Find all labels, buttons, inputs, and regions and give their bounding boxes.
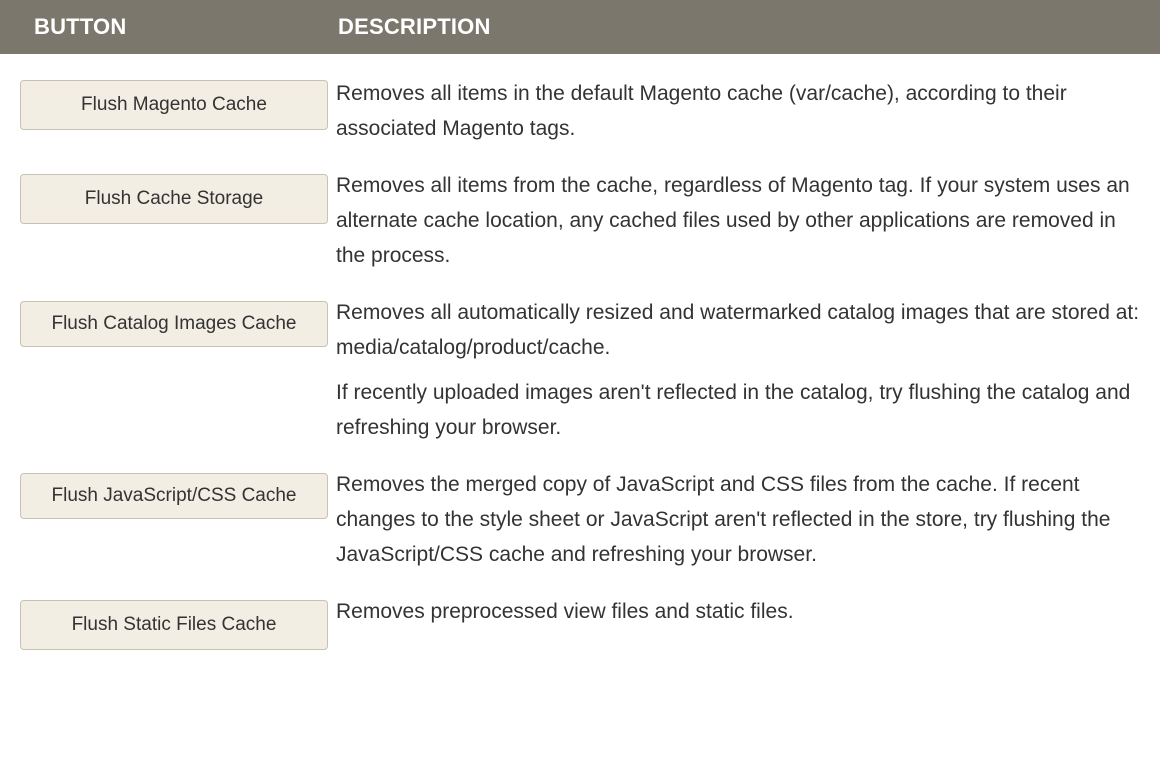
description-text: Removes the merged copy of JavaScript an… [336, 473, 1111, 566]
table-row: Flush Magento Cache Removes all items in… [0, 54, 1160, 146]
description-cell: Removes all items in the default Magento… [336, 54, 1160, 146]
flush-catalog-images-cache-button[interactable]: Flush Catalog Images Cache [20, 301, 328, 347]
flush-javascript-css-cache-button[interactable]: Flush JavaScript/CSS Cache [20, 473, 328, 519]
table-row: Flush Static Files Cache Removes preproc… [0, 572, 1160, 650]
description-text: If recently uploaded images aren't refle… [336, 381, 1131, 439]
button-cell: Flush Cache Storage [0, 146, 336, 273]
table-row: Flush JavaScript/CSS Cache Removes the m… [0, 445, 1160, 572]
table-row: Flush Cache Storage Removes all items fr… [0, 146, 1160, 273]
button-cell: Flush Magento Cache [0, 54, 336, 146]
description-text: Removes all items in the default Magento… [336, 82, 1067, 140]
description-text: Removes all items from the cache, regard… [336, 174, 1130, 267]
flush-static-files-cache-button[interactable]: Flush Static Files Cache [20, 600, 328, 650]
table-row: Flush Catalog Images Cache Removes all a… [0, 273, 1160, 445]
table-header-row: BUTTON DESCRIPTION [0, 0, 1160, 54]
flush-magento-cache-button[interactable]: Flush Magento Cache [20, 80, 328, 130]
description-cell: Removes the merged copy of JavaScript an… [336, 445, 1160, 572]
flush-cache-storage-button[interactable]: Flush Cache Storage [20, 174, 328, 224]
description-cell: Removes all items from the cache, regard… [336, 146, 1160, 273]
cache-buttons-table: BUTTON DESCRIPTION Flush Magento Cache R… [0, 0, 1160, 650]
header-button: BUTTON [0, 0, 336, 54]
button-cell: Flush JavaScript/CSS Cache [0, 445, 336, 572]
header-description: DESCRIPTION [336, 0, 1160, 54]
description-cell: Removes all automatically resized and wa… [336, 273, 1160, 445]
description-text: Removes all automatically resized and wa… [336, 301, 1140, 359]
description-cell: Removes preprocessed view files and stat… [336, 572, 1160, 650]
button-cell: Flush Catalog Images Cache [0, 273, 336, 445]
button-cell: Flush Static Files Cache [0, 572, 336, 650]
description-text: Removes preprocessed view files and stat… [336, 600, 794, 623]
